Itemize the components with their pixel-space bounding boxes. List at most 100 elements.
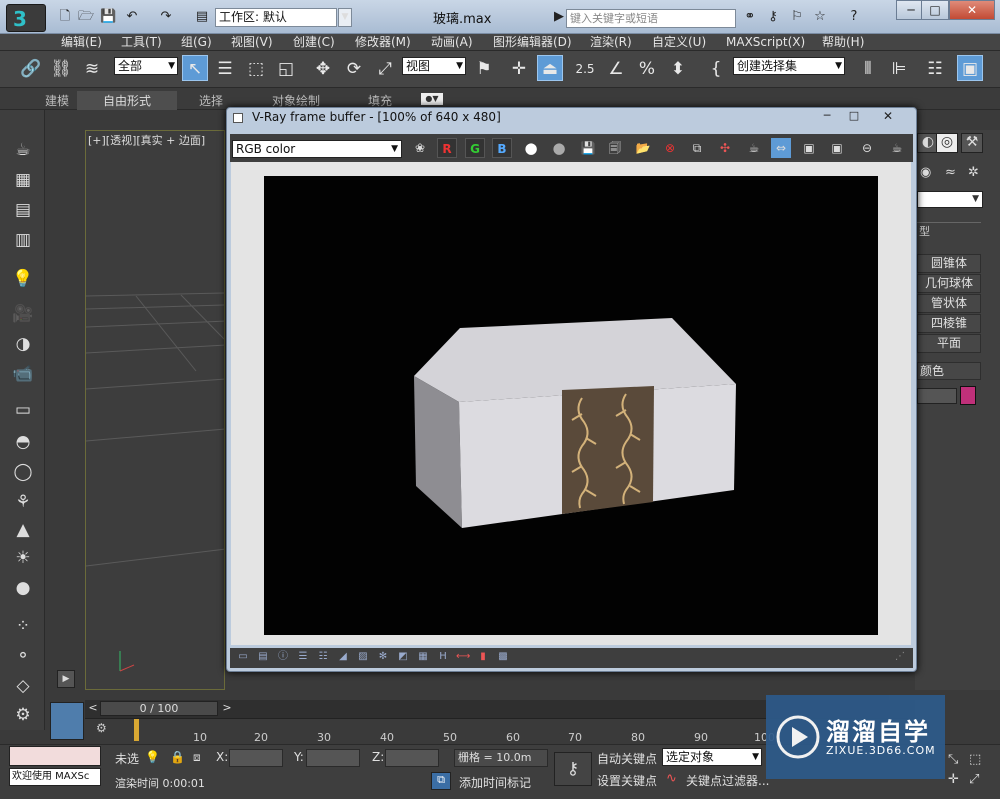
zoom-extents-icon[interactable]: ⬚	[969, 752, 981, 767]
selection-lock-icon[interactable]: 🔒	[170, 750, 185, 764]
object-category-dropdown[interactable]: ▼	[917, 191, 983, 208]
name-color-rollout[interactable]: 颜色	[917, 362, 981, 380]
menu-maxscript[interactable]: MAXScript(X)	[726, 34, 805, 51]
next-frame-button[interactable]: >	[220, 701, 234, 716]
spinner-snap-icon[interactable]: ⬍	[665, 56, 691, 82]
expand-panel-button[interactable]: ▶	[57, 670, 75, 688]
menu-edit[interactable]: 编辑(E)	[61, 34, 102, 51]
plane-icon[interactable]: ▭	[11, 398, 35, 422]
reference-coordinate-dropdown[interactable]: 视图 ▼	[402, 57, 466, 75]
wireframe-icon[interactable]: ◇	[11, 674, 35, 698]
pivot-center-icon[interactable]: ⚑	[471, 56, 497, 82]
mono-channel-icon[interactable]: ●	[549, 138, 569, 158]
menu-rendering[interactable]: 渲染(R)	[590, 34, 632, 51]
sun-icon[interactable]: ☀	[11, 546, 35, 570]
layer-manager-icon[interactable]: ☷	[922, 56, 948, 82]
orbit-icon[interactable]: ✛	[948, 772, 959, 787]
object-name-field[interactable]	[917, 388, 957, 404]
object-type-rollout[interactable]: 型	[917, 222, 981, 238]
app-logo-button[interactable]: 3	[6, 4, 46, 32]
zoom-region-icon[interactable]: ⤡	[948, 752, 958, 767]
mirror-icon[interactable]: ⫴	[855, 56, 881, 82]
help-icon[interactable]: ?	[846, 9, 862, 25]
track-mouse-icon[interactable]: ✣	[715, 138, 735, 158]
angle-snap-icon[interactable]: ∠	[603, 56, 629, 82]
cone-icon[interactable]: ▲	[11, 518, 35, 542]
workspace-dropdown[interactable]: 工作区: 默认	[215, 8, 337, 27]
align-icon[interactable]: ⊫	[886, 56, 912, 82]
menu-graph-editors[interactable]: 图形编辑器(D)	[493, 34, 572, 51]
status-ocio-icon[interactable]: ▦	[416, 650, 430, 664]
add-time-tag-button[interactable]: 添加时间标记	[459, 774, 531, 791]
set-key-icon[interactable]: ⚷	[554, 752, 592, 786]
status-exposure-icon[interactable]: ▨	[356, 650, 370, 664]
status-display-icon[interactable]: ▭	[236, 650, 250, 664]
render-frame-icon[interactable]: ▥	[11, 228, 35, 252]
menu-views[interactable]: 视图(V)	[231, 34, 273, 51]
vray-minimize-button[interactable]: ─	[814, 109, 840, 125]
lights-category-icon[interactable]: ◉	[920, 165, 931, 180]
menu-animation[interactable]: 动画(A)	[431, 34, 473, 51]
maxscript-listener-pink[interactable]	[9, 746, 101, 766]
color-corrections-icon[interactable]: ❀	[410, 138, 430, 158]
sphere-light-icon[interactable]: ◑	[11, 332, 35, 356]
rectangular-selection-icon[interactable]: ⬚	[243, 56, 269, 82]
keyboard-shortcut-override-icon[interactable]: ⏏	[537, 55, 563, 81]
link-to-vfb-icon[interactable]: ⇔	[771, 138, 791, 158]
status-histogram-icon[interactable]: ◢	[336, 650, 350, 664]
z-coordinate-field[interactable]	[385, 749, 439, 767]
create-geosphere-button[interactable]: 几何球体	[917, 274, 981, 293]
video-camera-icon[interactable]: 📹	[11, 362, 35, 386]
move-icon[interactable]: ✥	[310, 56, 336, 82]
menu-group[interactable]: 组(G)	[181, 34, 212, 51]
create-pyramid-button[interactable]: 四棱锥	[917, 314, 981, 333]
render-setup-icon[interactable]: ▤	[11, 198, 35, 222]
favorites-star-icon[interactable]: ☆	[812, 9, 828, 25]
systems-icon[interactable]: ✲	[968, 165, 979, 180]
stop-render-icon[interactable]: ⊖	[857, 138, 877, 158]
status-levels-icon[interactable]: ☰	[296, 650, 310, 664]
sphere-icon[interactable]: ◯	[11, 460, 35, 484]
ribbon-options-icon[interactable]: ●▼	[421, 93, 443, 105]
maxscript-listener-white[interactable]: 欢迎使用 MAXSc	[9, 768, 101, 786]
time-slider[interactable]: 0 / 100	[100, 701, 218, 716]
perspective-viewport[interactable]	[85, 130, 225, 690]
prev-frame-button[interactable]: <	[86, 701, 100, 716]
infocenter-arrow-icon[interactable]: ▶	[551, 9, 567, 25]
rendered-image[interactable]	[264, 176, 878, 635]
red-channel-button[interactable]: R	[437, 138, 457, 158]
window-restore-button[interactable]: □	[921, 0, 949, 20]
save-image-icon[interactable]: 💾	[578, 138, 598, 158]
set-key-button[interactable]: 设置关键点	[597, 772, 657, 789]
vray-teapot-icon[interactable]: ⚘	[11, 490, 35, 514]
named-selection-sets-dropdown[interactable]: 创建选择集 ▼	[733, 57, 845, 75]
communication-icon[interactable]: ⚐	[789, 9, 805, 25]
y-coordinate-field[interactable]	[306, 749, 360, 767]
render-teapot-icon[interactable]: ☕	[744, 138, 764, 158]
search-input[interactable]: 键入关键字或短语	[566, 9, 736, 28]
status-compare-icon[interactable]: ⟷	[456, 650, 470, 664]
channel-dropdown[interactable]: RGB color ▼	[232, 140, 402, 158]
time-tag-icon[interactable]: ⧉	[431, 772, 451, 790]
select-manipulate-icon[interactable]: ✛	[506, 56, 532, 82]
load-image-icon[interactable]: 📂	[633, 138, 653, 158]
save-all-icon[interactable]: 🗐	[605, 138, 625, 158]
binoculars-icon[interactable]: ⚭	[742, 9, 758, 25]
key-icon[interactable]: ⚷	[765, 9, 781, 25]
molecule-icon[interactable]: ⚬	[11, 644, 35, 668]
space-warps-icon[interactable]: ≈	[945, 165, 956, 180]
percent-snap-icon[interactable]: %	[634, 56, 660, 82]
maximize-viewport-icon[interactable]: ⤢	[969, 772, 979, 787]
open-file-icon[interactable]: 🗁	[78, 9, 94, 25]
material-editor-icon[interactable]: ▦	[11, 168, 35, 192]
curve-editor-mini-icon[interactable]: ⚙	[96, 721, 112, 737]
camera-icon[interactable]: 🎥	[11, 302, 35, 326]
chevron-down-icon[interactable]: ▼	[338, 8, 352, 27]
rotate-icon[interactable]: ⟳	[341, 56, 367, 82]
new-file-icon[interactable]: 🗋	[57, 9, 73, 25]
clear-image-icon[interactable]: ⊗	[660, 138, 680, 158]
vray-close-button[interactable]: ✕	[868, 109, 908, 125]
absolute-mode-icon[interactable]: ⧈	[193, 750, 201, 765]
select-by-name-icon[interactable]: ☰	[212, 56, 238, 82]
status-lut-icon[interactable]: ◩	[396, 650, 410, 664]
